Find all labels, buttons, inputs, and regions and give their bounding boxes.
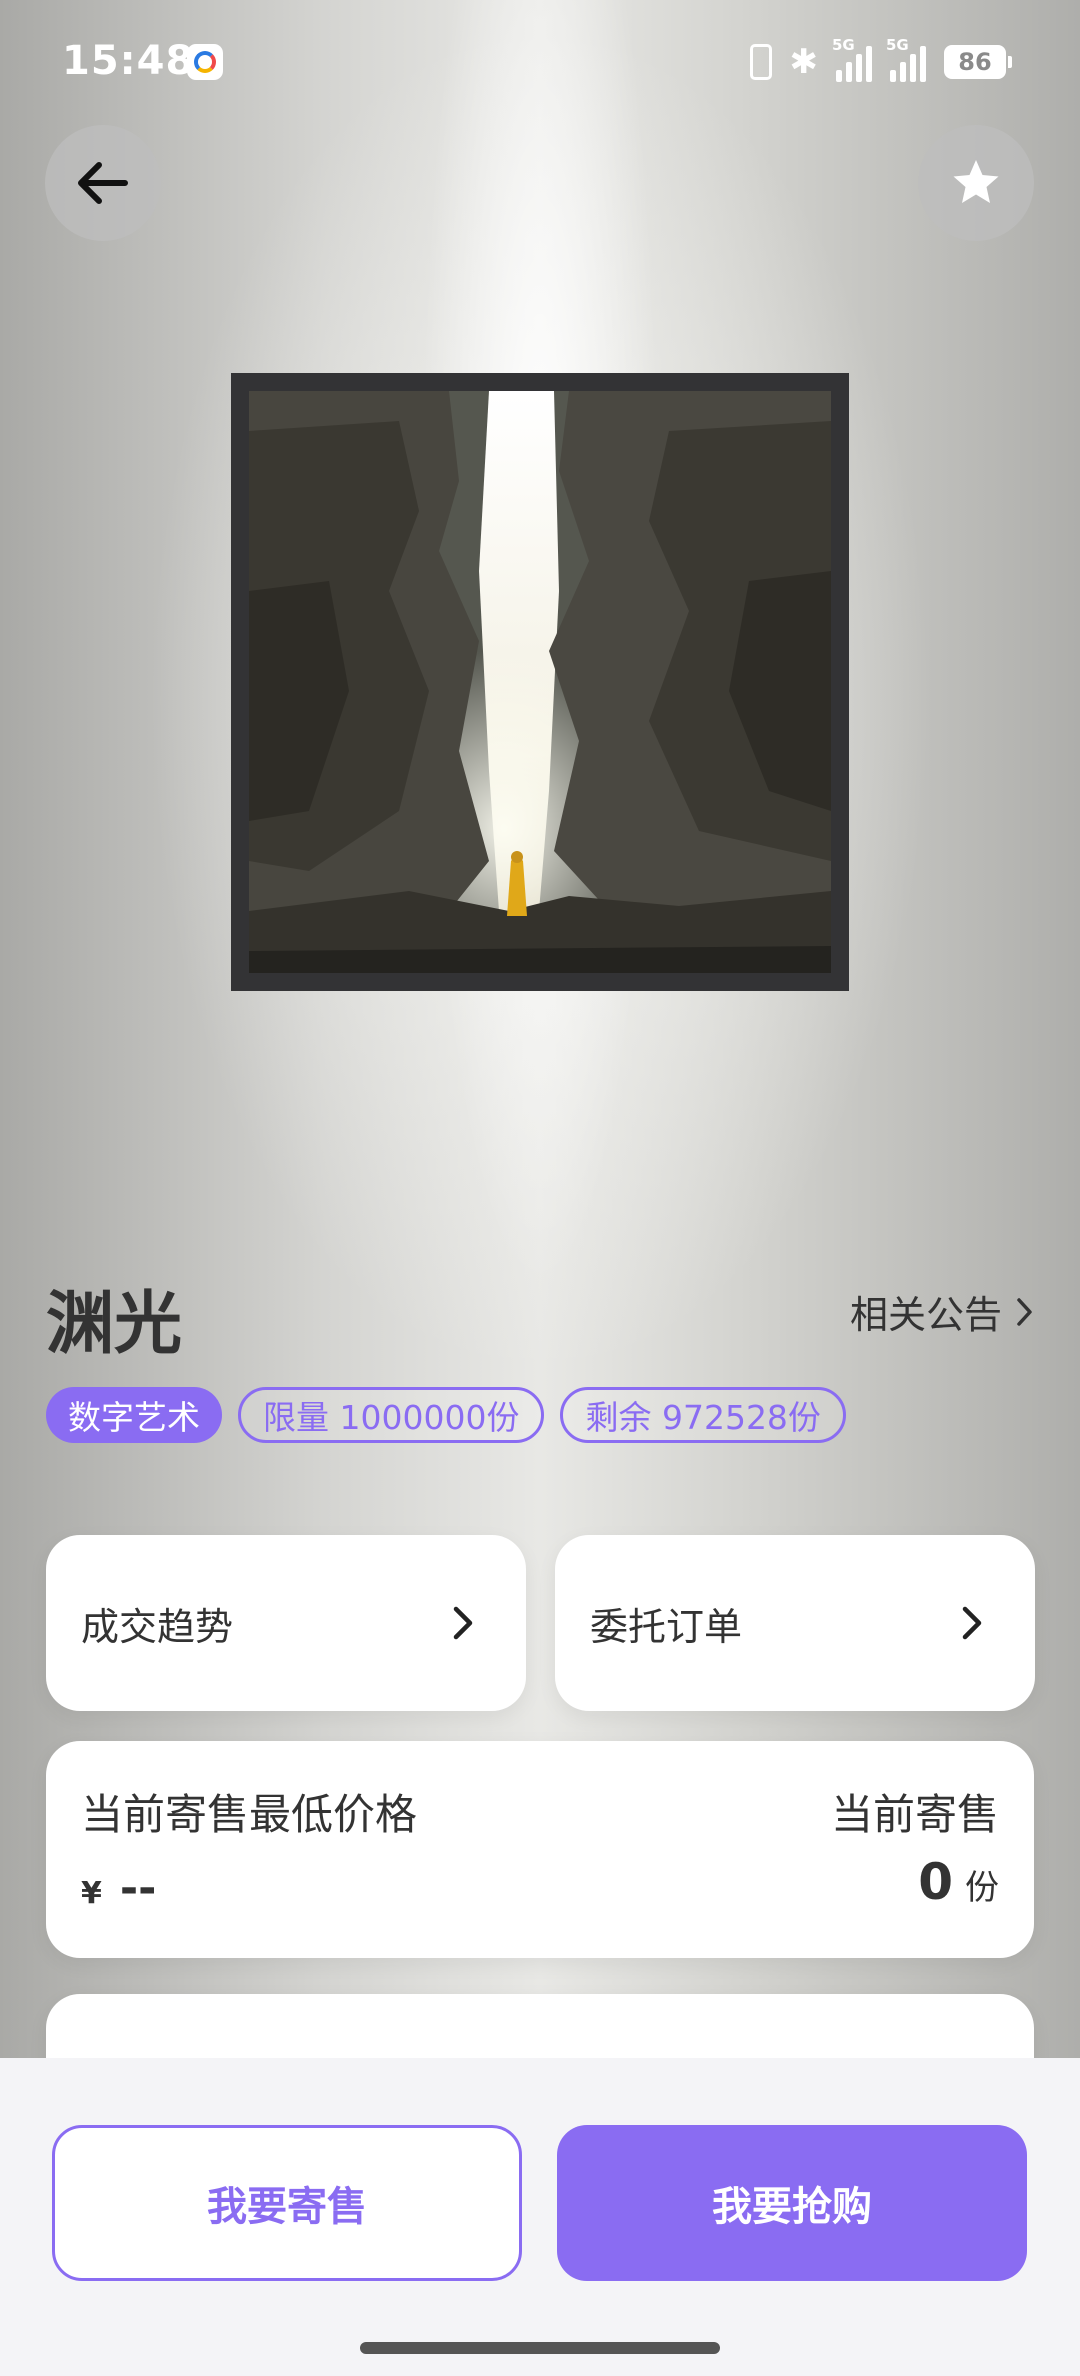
artwork-frame bbox=[231, 373, 849, 991]
chevron-right-icon bbox=[453, 1606, 473, 1640]
orders-card[interactable]: 委托订单 bbox=[555, 1535, 1035, 1711]
chevron-right-icon bbox=[962, 1606, 982, 1640]
orders-label: 委托订单 bbox=[590, 1604, 743, 1649]
current-consign-count: 0 bbox=[918, 1853, 953, 1911]
current-consign-label: 当前寄售 bbox=[830, 1790, 999, 1839]
sell-button[interactable]: 我要寄售 bbox=[52, 2125, 522, 2281]
bluetooth-icon: ✱ bbox=[789, 42, 819, 82]
min-price-number: -- bbox=[119, 1863, 157, 1914]
vibrate-icon bbox=[749, 44, 772, 80]
artwork-image[interactable] bbox=[249, 391, 831, 973]
chevron-right-icon bbox=[1017, 1297, 1032, 1326]
signal-icon: 5G bbox=[832, 36, 872, 82]
home-indicator[interactable] bbox=[360, 2342, 720, 2354]
trend-card[interactable]: 成交趋势 bbox=[46, 1535, 526, 1711]
currency-symbol: ¥ bbox=[81, 1876, 102, 1911]
limit-tag: 限量 1000000份 bbox=[238, 1387, 545, 1443]
related-notice-label: 相关公告 bbox=[849, 1293, 1002, 1337]
trend-label: 成交趋势 bbox=[81, 1604, 234, 1649]
current-consign-value: 0 份 bbox=[918, 1853, 999, 1911]
signal-icon-2: 5G bbox=[886, 36, 926, 82]
current-consign-unit: 份 bbox=[965, 1868, 999, 1908]
category-tag: 数字艺术 bbox=[46, 1387, 222, 1443]
status-time: 15:48 bbox=[62, 38, 195, 84]
notification-app-icon bbox=[187, 44, 223, 80]
arrow-left-icon bbox=[78, 162, 128, 204]
status-bar: 15:48 ✱ 5G 5G 86 bbox=[0, 0, 1080, 130]
item-title: 渊光 bbox=[46, 1285, 183, 1364]
price-card: 当前寄售最低价格 当前寄售 ¥ -- 0 份 bbox=[46, 1741, 1034, 1958]
buy-button[interactable]: 我要抢购 bbox=[557, 2125, 1027, 2281]
item-tags: 数字艺术 限量 1000000份 剩余 972528份 bbox=[46, 1387, 846, 1443]
remaining-tag: 剩余 972528份 bbox=[560, 1387, 846, 1443]
min-price-value: ¥ -- bbox=[81, 1863, 156, 1914]
status-icons: ✱ 5G 5G 86 bbox=[749, 36, 1012, 82]
back-button[interactable] bbox=[45, 125, 161, 241]
min-price-label: 当前寄售最低价格 bbox=[81, 1790, 418, 1839]
battery-icon: 86 bbox=[944, 45, 1012, 79]
favorite-button[interactable] bbox=[918, 125, 1034, 241]
related-notice-link[interactable]: 相关公告 bbox=[850, 1284, 1036, 1339]
canyon-illustration bbox=[249, 391, 831, 973]
star-icon bbox=[953, 160, 999, 203]
